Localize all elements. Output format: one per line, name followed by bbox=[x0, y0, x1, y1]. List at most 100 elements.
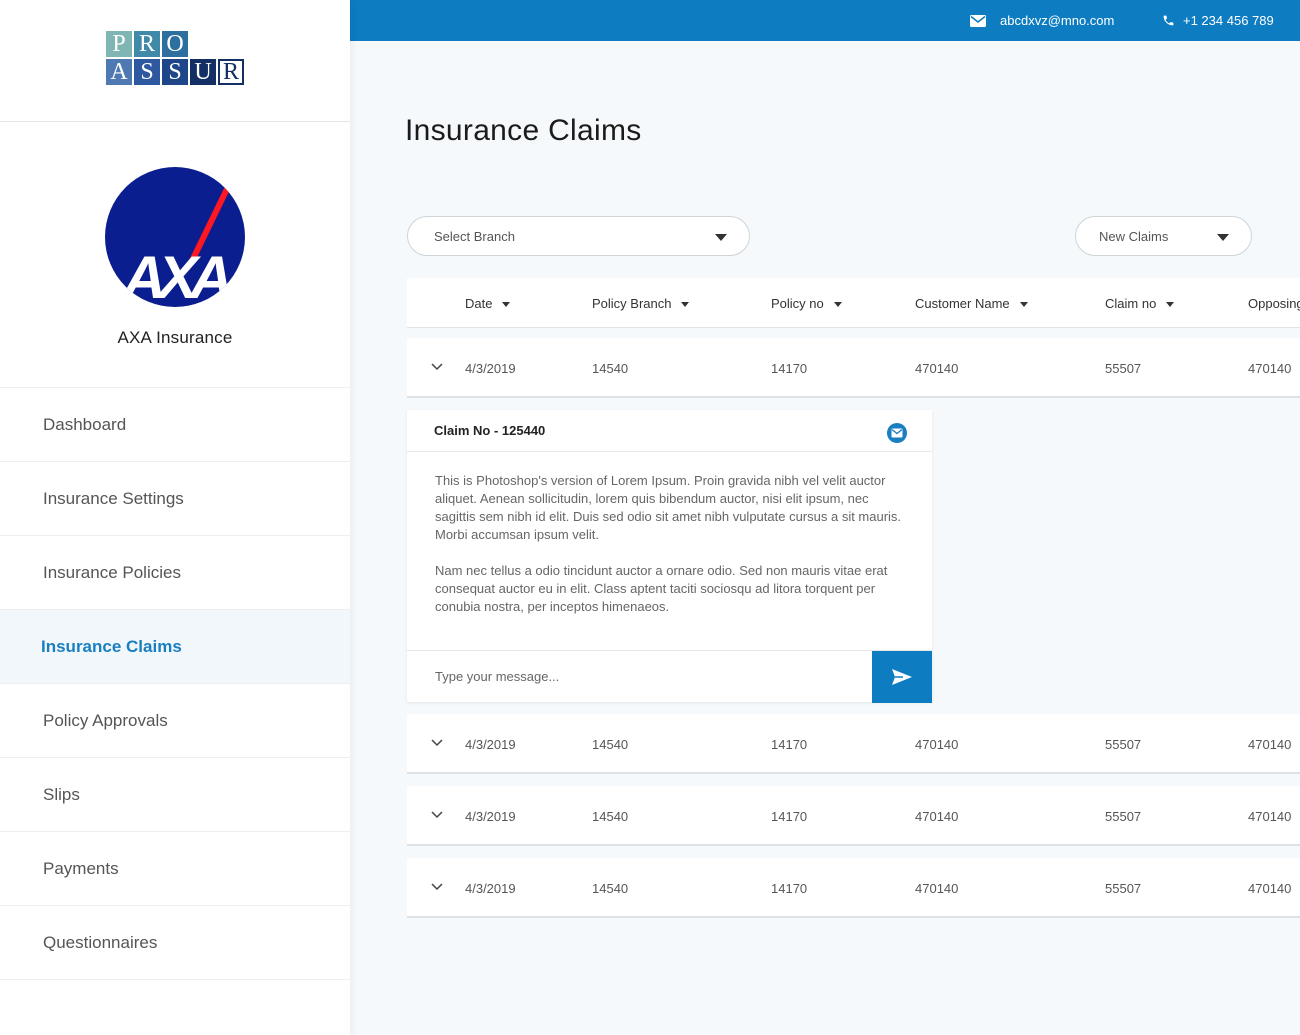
claim-detail-panel: Claim No - 125440 This is Photoshop's ve… bbox=[407, 410, 932, 703]
contact-phone-text: +1 234 456 789 bbox=[1183, 13, 1274, 28]
chevron-down-icon[interactable] bbox=[431, 882, 443, 892]
claim-message-paragraph: Nam nec tellus a odio tincidunt auctor a… bbox=[435, 563, 888, 614]
logo-letter: S bbox=[134, 58, 160, 85]
send-icon bbox=[892, 669, 912, 685]
logo-area: P R O A S S U R bbox=[0, 0, 350, 122]
claim-message-body: This is Photoshop's version of Lorem Ips… bbox=[407, 452, 932, 650]
sidebar-item-payments[interactable]: Payments bbox=[0, 832, 350, 906]
table-row[interactable]: 4/3/2019 14540 14170 470140 55507 470140 bbox=[407, 858, 1300, 918]
table-row[interactable]: 4/3/2019 14540 14170 470140 55507 470140 bbox=[407, 338, 1300, 398]
cell-customer-name: 470140 bbox=[915, 880, 959, 896]
claims-filter-value: New Claims bbox=[1099, 228, 1169, 244]
cell-policy-branch: 14540 bbox=[592, 360, 629, 376]
axa-logo-graphic: AXA bbox=[121, 187, 237, 307]
sidebar-item-slips[interactable]: Slips bbox=[0, 758, 350, 832]
column-header-claim-no[interactable]: Claim no bbox=[1105, 278, 1175, 328]
pro-assur-logo[interactable]: P R O A S S U R bbox=[106, 30, 244, 85]
cell-opposing: 470140 bbox=[1248, 808, 1292, 824]
contact-phone[interactable]: +1 234 456 789 bbox=[1162, 0, 1274, 41]
cell-customer-name: 470140 bbox=[915, 736, 959, 752]
chevron-down-icon[interactable] bbox=[431, 738, 443, 748]
cell-claim-no: 55507 bbox=[1105, 808, 1142, 824]
table-row[interactable]: 4/3/2019 14540 14170 470140 55507 470140 bbox=[407, 714, 1300, 774]
sidebar-item-insurance-settings[interactable]: Insurance Settings bbox=[0, 462, 350, 536]
cell-policy-no: 14170 bbox=[771, 736, 808, 752]
cell-date: 4/3/2019 bbox=[465, 880, 516, 896]
logo-letter: R bbox=[218, 58, 244, 85]
contact-email[interactable]: abcdxvz@mno.com bbox=[970, 0, 1114, 41]
sidebar-item-insurance-claims[interactable]: Insurance Claims bbox=[0, 610, 350, 684]
svg-text:AXA: AXA bbox=[121, 244, 229, 307]
company-profile: AXA AXA Insurance bbox=[0, 122, 350, 388]
logo-letter: S bbox=[162, 58, 188, 85]
column-header-label: Claim no bbox=[1105, 295, 1157, 311]
mail-icon[interactable] bbox=[887, 423, 907, 443]
cell-date: 4/3/2019 bbox=[465, 808, 516, 824]
cell-claim-no: 55507 bbox=[1105, 880, 1142, 896]
chevron-down-icon[interactable] bbox=[431, 362, 443, 372]
cell-claim-no: 55507 bbox=[1105, 360, 1142, 376]
company-name: AXA Insurance bbox=[117, 328, 233, 347]
column-header-opposing[interactable]: Opposing bbox=[1248, 278, 1300, 328]
sidebar-item-questionnaires[interactable]: Questionnaires bbox=[0, 906, 350, 980]
cell-claim-no: 55507 bbox=[1105, 736, 1142, 752]
sort-icon bbox=[681, 302, 690, 307]
column-header-date[interactable]: Date bbox=[465, 278, 511, 328]
message-composer bbox=[407, 650, 932, 703]
cell-policy-no: 14170 bbox=[771, 880, 808, 896]
cell-policy-branch: 14540 bbox=[592, 736, 629, 752]
claims-filter-select[interactable]: New Claims bbox=[1075, 216, 1252, 256]
message-input[interactable] bbox=[407, 651, 872, 702]
cell-opposing: 470140 bbox=[1248, 880, 1292, 896]
column-header-customer-name[interactable]: Customer Name bbox=[915, 278, 1028, 328]
table-row[interactable]: 4/3/2019 14540 14170 470140 55507 470140 bbox=[407, 786, 1300, 846]
branch-select-value: Select Branch bbox=[434, 228, 515, 244]
cell-policy-no: 14170 bbox=[771, 808, 808, 824]
sidebar: P R O A S S U R AXA AXA Insurance Dashbo… bbox=[0, 0, 350, 1035]
sidebar-item-dashboard[interactable]: Dashboard bbox=[0, 388, 350, 462]
sort-icon bbox=[1019, 302, 1028, 307]
branch-select[interactable]: Select Branch bbox=[407, 216, 750, 256]
cell-date: 4/3/2019 bbox=[465, 360, 516, 376]
column-header-label: Policy no bbox=[771, 295, 824, 311]
contact-email-text: abcdxvz@mno.com bbox=[1000, 13, 1115, 28]
cell-opposing: 470140 bbox=[1248, 736, 1292, 752]
column-header-label: Customer Name bbox=[915, 295, 1010, 311]
cell-opposing: 470140 bbox=[1248, 360, 1292, 376]
sidebar-item-insurance-policies[interactable]: Insurance Policies bbox=[0, 536, 350, 610]
envelope-icon bbox=[970, 14, 986, 27]
cell-customer-name: 470140 bbox=[915, 360, 959, 376]
column-header-label: Opposing bbox=[1248, 295, 1300, 311]
page-title: Insurance Claims bbox=[405, 114, 642, 147]
column-header-policy-no[interactable]: Policy no bbox=[771, 278, 842, 328]
claim-message-paragraph: This is Photoshop's version of Lorem Ips… bbox=[435, 473, 902, 542]
logo-letter: O bbox=[162, 30, 188, 57]
chevron-down-icon bbox=[1217, 234, 1229, 241]
cell-policy-no: 14170 bbox=[771, 360, 808, 376]
claims-table-header: Date Policy Branch Policy no Customer Na… bbox=[407, 278, 1300, 328]
phone-icon bbox=[1163, 15, 1174, 26]
column-header-label: Policy Branch bbox=[592, 295, 672, 311]
logo-letter: R bbox=[134, 30, 160, 57]
logo-letter: U bbox=[190, 58, 216, 85]
sort-icon bbox=[833, 302, 842, 307]
top-bar: abcdxvz@mno.com +1 234 456 789 bbox=[350, 0, 1300, 41]
sort-icon bbox=[502, 302, 511, 307]
sidebar-item-policy-approvals[interactable]: Policy Approvals bbox=[0, 684, 350, 758]
chevron-down-icon[interactable] bbox=[431, 810, 443, 820]
mail-icon-glyph bbox=[891, 428, 903, 438]
column-header-policy-branch[interactable]: Policy Branch bbox=[592, 278, 690, 328]
cell-date: 4/3/2019 bbox=[465, 736, 516, 752]
logo-letter: P bbox=[106, 30, 132, 57]
axa-logo: AXA bbox=[105, 167, 245, 307]
claim-panel-header: Claim No - 125440 bbox=[407, 410, 932, 452]
sidebar-nav: Dashboard Insurance Settings Insurance P… bbox=[0, 388, 350, 980]
send-button[interactable] bbox=[872, 651, 932, 703]
logo-letter: A bbox=[106, 58, 132, 85]
cell-policy-branch: 14540 bbox=[592, 808, 629, 824]
claim-panel-title: Claim No - 125440 bbox=[434, 423, 546, 438]
sort-icon bbox=[1166, 302, 1175, 307]
cell-policy-branch: 14540 bbox=[592, 880, 629, 896]
column-header-label: Date bbox=[465, 295, 493, 311]
cell-customer-name: 470140 bbox=[915, 808, 959, 824]
